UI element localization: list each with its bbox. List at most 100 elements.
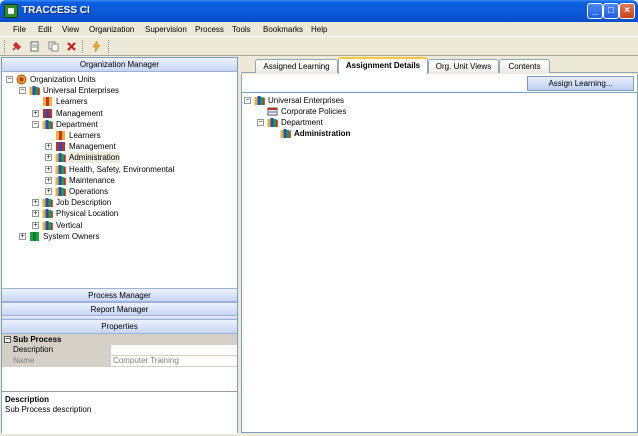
tree-node[interactable]: + Maintenance [2, 175, 237, 186]
property-value[interactable] [111, 345, 237, 355]
description-text: Sub Process description [5, 405, 92, 414]
property-row-name[interactable]: Name Computer Training [2, 356, 237, 367]
tree-node[interactable]: Learners [2, 96, 237, 107]
tree-node-label: Corporate Policies [281, 107, 347, 116]
tree-node[interactable]: Corporate Policies [242, 106, 637, 117]
department-icon [42, 119, 53, 129]
report-manager-header[interactable]: Report Manager [2, 302, 237, 316]
property-category[interactable]: − Sub Process [2, 334, 237, 345]
expand-icon[interactable]: + [32, 199, 39, 207]
tree-node[interactable]: + Health, Safety, Environmental [2, 164, 237, 175]
collapse-icon[interactable]: − [19, 87, 26, 95]
tree-node-label: Learners [56, 97, 88, 107]
minimize-button[interactable]: _ [587, 3, 603, 19]
tree-node-label: Administration [294, 129, 351, 138]
menu-view[interactable]: View [62, 25, 79, 34]
title-bar[interactable]: TRACCESS CI _ □ × [0, 0, 638, 22]
pin-icon[interactable] [11, 41, 22, 52]
tab-assigned-learning[interactable]: Assigned Learning [255, 59, 338, 73]
property-row-description[interactable]: Description [2, 345, 237, 356]
tree-node[interactable]: − Department [2, 119, 237, 130]
department-icon [55, 175, 66, 185]
tree-node[interactable]: + Job Description [2, 197, 237, 208]
lightning-icon[interactable] [91, 41, 102, 52]
tree-node[interactable]: + Management [2, 108, 237, 119]
collapse-icon[interactable]: − [32, 120, 39, 128]
menu-process[interactable]: Process [195, 25, 224, 34]
expand-icon[interactable]: + [32, 210, 39, 218]
menu-file[interactable]: File [13, 25, 26, 34]
expand-icon[interactable]: + [32, 221, 39, 229]
tree-node[interactable]: − Organization Units [2, 74, 237, 85]
delete-icon[interactable] [66, 41, 77, 52]
new-document-icon[interactable] [29, 41, 40, 52]
property-value[interactable]: Computer Training [111, 356, 237, 366]
tree-node-label: Health, Safety, Environmental [69, 164, 175, 174]
expand-icon[interactable]: + [45, 176, 52, 184]
tree-node-label: Vertical [56, 220, 83, 230]
collapse-icon[interactable]: − [4, 336, 11, 343]
tree-node[interactable]: + Vertical [2, 220, 237, 231]
expand-icon[interactable]: + [45, 165, 52, 173]
organization-manager-header[interactable]: Organization Manager [2, 58, 237, 72]
maximize-button[interactable]: □ [603, 3, 619, 19]
tree-node-label: Maintenance [69, 175, 115, 185]
tree-node[interactable]: + Administration [2, 152, 237, 164]
tree-node-label: System Owners [43, 231, 100, 241]
department-icon [42, 220, 53, 230]
tab-contents[interactable]: Contents [499, 59, 550, 73]
menu-supervision[interactable]: Supervision [145, 25, 187, 34]
tree-node-label: Learners [69, 131, 101, 140]
tree-node[interactable]: Administration [242, 128, 637, 139]
toolbar [0, 37, 638, 56]
organization-tree[interactable]: − Organization Units − Universal Enterprise… [2, 72, 237, 288]
tree-node[interactable]: + System Owners [2, 231, 237, 242]
department-icon [42, 209, 53, 219]
expand-icon[interactable]: + [45, 143, 52, 151]
department-icon [55, 187, 66, 196]
copy-icon[interactable] [48, 41, 59, 52]
expand-icon[interactable]: + [32, 109, 39, 117]
collapse-icon[interactable]: − [6, 76, 13, 83]
department-icon [42, 198, 53, 208]
system-owners-icon [30, 231, 39, 241]
tree-node[interactable]: Learners [2, 130, 237, 141]
tree-node[interactable]: + Management [2, 141, 237, 152]
collapse-icon[interactable]: − [257, 119, 264, 126]
expand-icon[interactable]: + [45, 188, 52, 195]
menu-organization[interactable]: Organization [89, 25, 134, 34]
tree-node[interactable]: + Operations [2, 186, 237, 197]
assignment-tree[interactable]: − Universal Enterprises Corporate Policies… [241, 92, 638, 433]
tree-node-label: Universal Enterprises [268, 96, 345, 105]
tree-node[interactable]: − Department [242, 117, 637, 128]
tree-node-label: Organization Units [30, 75, 96, 84]
learners-icon [56, 131, 65, 140]
tree-node-label: Administration [69, 152, 120, 164]
expand-icon[interactable]: + [19, 232, 26, 240]
menu-tools[interactable]: Tools [232, 25, 251, 34]
collapse-icon[interactable]: − [244, 97, 251, 104]
process-manager-header[interactable]: Process Manager [2, 288, 237, 302]
tab-org-unit-views[interactable]: Org. Unit Views [428, 59, 499, 73]
tree-node[interactable]: − Universal Enterprises [242, 95, 637, 106]
tree-node-label: Department [56, 119, 98, 129]
menu-help[interactable]: Help [311, 25, 327, 34]
assignment-toolbar: Assign Learning... [241, 74, 638, 92]
tab-assignment-details[interactable]: Assignment Details [338, 57, 428, 74]
window-title: TRACCESS CI [22, 5, 90, 16]
assign-learning-button[interactable]: Assign Learning... [527, 76, 634, 91]
menu-edit[interactable]: Edit [38, 25, 52, 34]
tree-node[interactable]: + Physical Location [2, 208, 237, 219]
menu-bar: File Edit View Organization Supervision … [0, 22, 638, 37]
app-icon [4, 4, 18, 18]
description-title: Description [5, 395, 50, 404]
tree-node-label: Department [281, 118, 323, 127]
expand-icon[interactable]: + [45, 154, 52, 162]
menu-bookmarks[interactable]: Bookmarks [263, 25, 303, 34]
tree-node[interactable]: − Universal Enterprises [2, 85, 237, 96]
close-button[interactable]: × [619, 3, 635, 19]
toolbar-grip[interactable] [4, 40, 7, 53]
department-icon [55, 164, 66, 174]
tree-node-label: Physical Location [56, 209, 119, 219]
property-name: Description [2, 345, 111, 355]
